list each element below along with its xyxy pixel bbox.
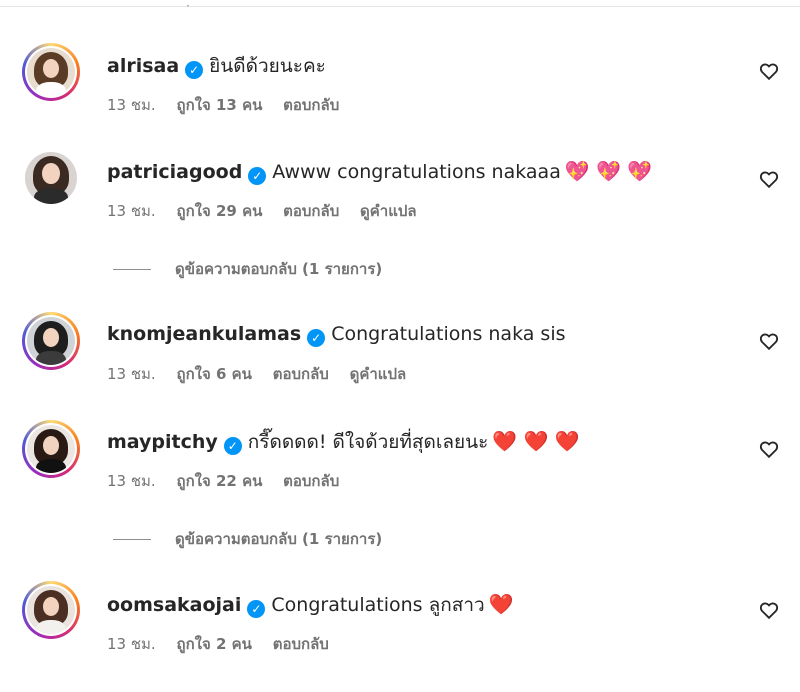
comment-username[interactable]: alrisaa <box>107 55 179 77</box>
comment-username[interactable]: oomsakaojai <box>107 594 241 616</box>
reply-button[interactable]: ตอบกลับ <box>283 96 339 114</box>
avatar[interactable] <box>22 312 80 370</box>
likes-count[interactable]: ถูกใจ 13 คน <box>176 96 262 114</box>
comment-username[interactable]: knomjeankulamas <box>107 323 301 345</box>
see-translation-button[interactable]: ดูคำแปล <box>350 365 407 383</box>
replies-divider <box>113 539 151 540</box>
red-heart-emojis: ❤️ ❤️ ❤️ <box>492 429 580 453</box>
reply-button[interactable]: ตอบกลับ <box>283 202 339 220</box>
comment-time[interactable]: 13 ชม. <box>107 365 156 383</box>
avatar[interactable] <box>22 581 80 639</box>
comment-time[interactable]: 13 ชม. <box>107 202 156 220</box>
comment-text: Congratulations naka sis <box>331 323 566 345</box>
avatar[interactable] <box>22 420 80 478</box>
avatar[interactable] <box>25 152 77 204</box>
verified-badge-icon: ✓ <box>247 600 266 618</box>
sparkling-heart-emojis: 💖 💖 💖 <box>564 159 653 183</box>
comment-time[interactable]: 13 ชม. <box>107 472 156 490</box>
reply-button[interactable]: ตอบกลับ <box>273 365 329 383</box>
see-translation-button[interactable]: ดูคำแปล <box>360 202 417 220</box>
likes-count[interactable]: ถูกใจ 22 คน <box>176 472 262 490</box>
avatar[interactable] <box>22 43 80 101</box>
heart-outline-icon[interactable] <box>758 60 780 82</box>
heart-outline-icon[interactable] <box>758 330 780 352</box>
comment-text: Congratulations ลูกสาว <box>271 594 485 616</box>
comment-text: Awww congratulations nakaaa <box>272 161 561 183</box>
likes-count[interactable]: ถูกใจ 6 คน <box>176 365 251 383</box>
comment-text: กรี๊ดดดด! ดีใจด้วยที่สุดเลยนะ <box>247 431 489 453</box>
top-divider: · <box>0 0 800 13</box>
verified-badge-icon: ✓ <box>307 329 326 347</box>
verified-badge-icon: ✓ <box>223 437 242 455</box>
comment-time[interactable]: 13 ชม. <box>107 635 156 653</box>
verified-badge-icon: ✓ <box>185 61 204 79</box>
likes-count[interactable]: ถูกใจ 29 คน <box>176 202 262 220</box>
heart-outline-icon[interactable] <box>758 599 780 621</box>
view-replies-button[interactable]: ดูข้อความตอบกลับ (1 รายการ) <box>113 528 382 550</box>
comment-username[interactable]: maypitchy <box>107 431 218 453</box>
comment-text: ยินดีด้วยนะคะ <box>209 55 326 77</box>
comment-time[interactable]: 13 ชม. <box>107 96 156 114</box>
likes-count[interactable]: ถูกใจ 2 คน <box>176 635 251 653</box>
heart-outline-icon[interactable] <box>758 438 780 460</box>
replies-divider <box>113 269 151 270</box>
verified-badge-icon: ✓ <box>248 167 267 185</box>
red-heart-emoji: ❤️ <box>488 592 514 616</box>
comment-username[interactable]: patriciagood <box>107 161 242 183</box>
reply-button[interactable]: ตอบกลับ <box>273 635 329 653</box>
reply-button[interactable]: ตอบกลับ <box>283 472 339 490</box>
heart-outline-icon[interactable] <box>758 168 780 190</box>
view-replies-button[interactable]: ดูข้อความตอบกลับ (1 รายการ) <box>113 258 382 280</box>
